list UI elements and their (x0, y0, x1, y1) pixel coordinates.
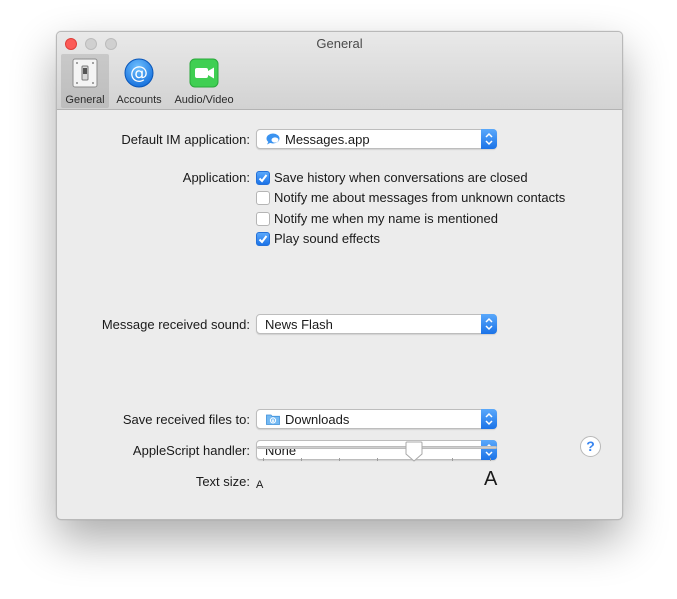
slider-tick (263, 458, 264, 461)
checkmark-icon (258, 235, 268, 244)
slider-tick (452, 458, 453, 461)
save-files-popup[interactable]: Downloads (256, 409, 497, 429)
tab-general-label: General (65, 94, 105, 106)
applescript-popup[interactable]: None (256, 440, 497, 460)
slider-knob[interactable] (405, 441, 423, 462)
notify-unknown-checkbox[interactable] (256, 191, 270, 205)
sound-value: News Flash (265, 317, 333, 332)
applescript-label: AppleScript handler: (132, 443, 250, 458)
switch-icon (72, 58, 98, 88)
default-im-label: Default IM application: (121, 132, 250, 147)
save-history-checkbox[interactable] (256, 171, 270, 185)
window-title: General (316, 36, 363, 51)
messages-app-icon (266, 133, 280, 145)
tab-audio-video[interactable]: Audio/Video (169, 54, 239, 108)
save-files-value: Downloads (285, 412, 350, 427)
slider-tick (339, 458, 340, 461)
tab-general[interactable]: General (61, 54, 109, 108)
save-history-label[interactable]: Save history when conversations are clos… (274, 170, 528, 185)
play-sound-checkbox[interactable] (256, 232, 270, 246)
svg-text:@: @ (130, 63, 148, 84)
preferences-window: General General @ Accounts Audio/Video D… (56, 31, 623, 520)
popup-arrows-icon (481, 314, 497, 334)
slider-track[interactable] (257, 446, 497, 449)
tab-accounts-label: Accounts (116, 94, 162, 106)
general-pane: Default IM application: Messages.app App… (57, 110, 622, 519)
video-camera-icon (189, 58, 219, 88)
save-files-label: Save received files to: (122, 412, 250, 427)
default-im-value: Messages.app (285, 132, 370, 147)
sound-label: Message received sound: (101, 317, 250, 332)
slider-tick (301, 458, 302, 461)
popup-arrows-icon (481, 409, 497, 429)
popup-arrows-icon (481, 129, 497, 149)
default-im-popup[interactable]: Messages.app (256, 129, 497, 149)
checkmark-icon (258, 174, 268, 183)
slider-tick (490, 458, 491, 461)
at-sign-icon: @ (124, 58, 154, 88)
application-label: Application: (182, 170, 250, 185)
notify-unknown-label[interactable]: Notify me about messages from unknown co… (274, 190, 565, 205)
sound-popup[interactable]: News Flash (256, 314, 497, 334)
help-button[interactable]: ? (580, 436, 601, 457)
text-size-label: Text size: (195, 474, 250, 489)
tab-accounts[interactable]: @ Accounts (111, 54, 167, 108)
toolbar: General General @ Accounts Audio/Video (57, 32, 622, 110)
slider-tick (377, 458, 378, 461)
play-sound-label[interactable]: Play sound effects (274, 231, 380, 246)
text-size-large-glyph: A (484, 468, 498, 490)
popup-arrows-icon (481, 440, 497, 460)
notify-mentioned-label[interactable]: Notify me when my name is mentioned (274, 211, 498, 226)
downloads-folder-icon (266, 414, 280, 425)
tab-audio-video-label: Audio/Video (174, 94, 234, 106)
notify-mentioned-checkbox[interactable] (256, 212, 270, 226)
text-size-small-glyph: A (256, 479, 264, 491)
